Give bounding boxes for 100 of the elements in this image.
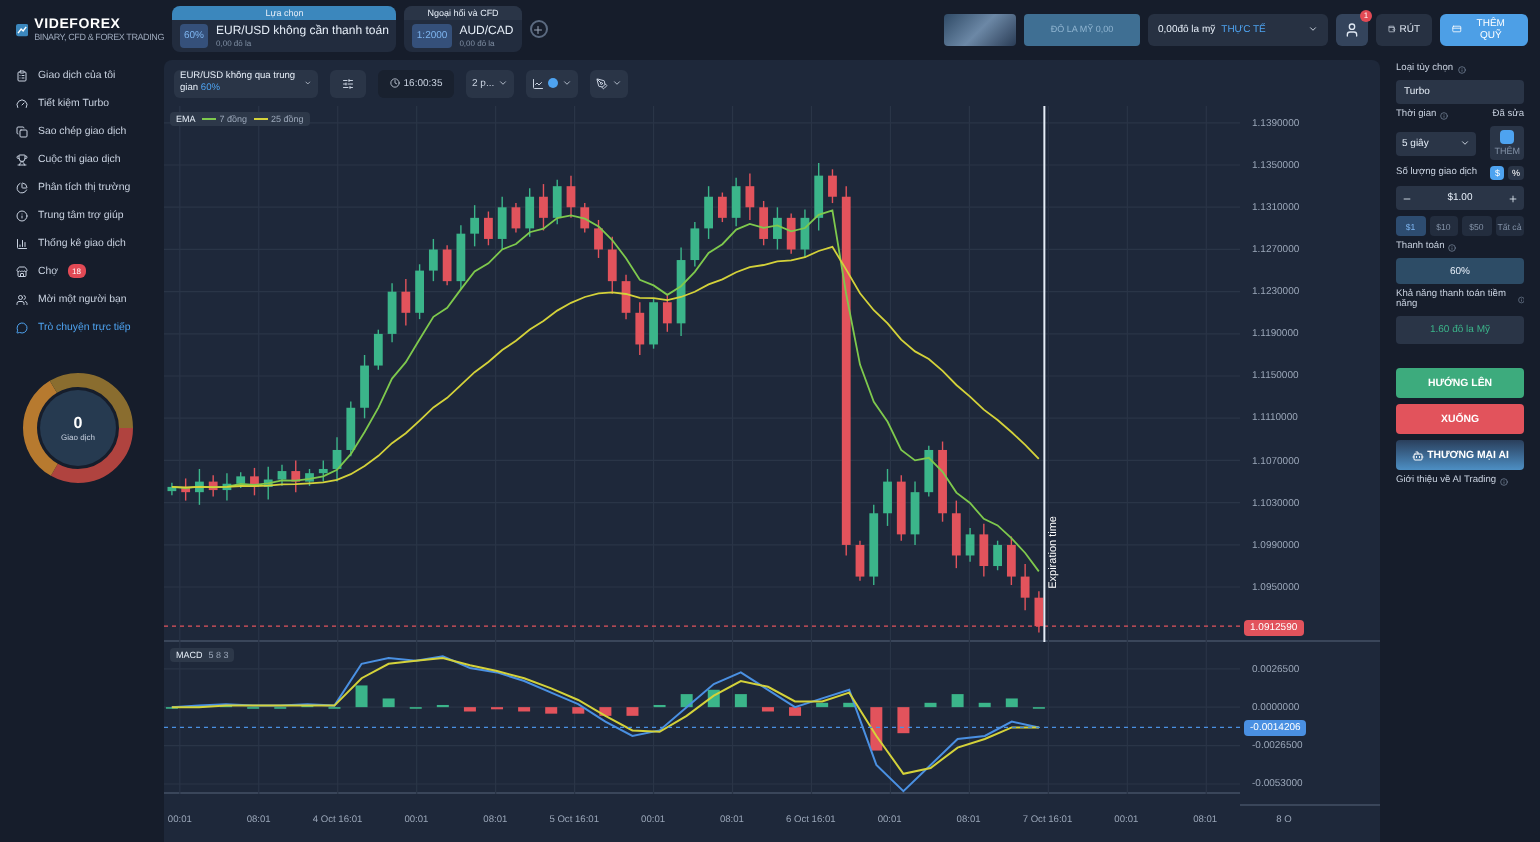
- minus-icon[interactable]: [1402, 193, 1412, 203]
- candle: [497, 196, 507, 252]
- candle: [415, 264, 424, 321]
- candle: [250, 468, 259, 497]
- candle: [896, 475, 906, 543]
- candle: [580, 203, 590, 235]
- candle: [690, 222, 700, 268]
- candle: [167, 482, 177, 497]
- caret-icon: [498, 78, 509, 89]
- info-icon[interactable]: [1440, 111, 1449, 119]
- histogram-bar: [1005, 699, 1018, 709]
- candle: [428, 239, 438, 283]
- histogram-bar: [599, 708, 612, 717]
- candle: [855, 540, 865, 583]
- candle: [373, 329, 383, 372]
- candle: [965, 528, 975, 564]
- info-icon[interactable]: [1448, 243, 1457, 251]
- copy-icon: [16, 125, 28, 137]
- candle: [552, 180, 562, 226]
- caret-icon: [562, 78, 573, 89]
- chat-icon: [16, 321, 28, 333]
- candle: [621, 275, 631, 321]
- drawing-tools-dropdown[interactable]: [590, 69, 629, 98]
- caret-icon: [1460, 138, 1470, 148]
- candle: [993, 540, 1002, 572]
- histogram-bar: [572, 708, 585, 715]
- card-icon: [1452, 24, 1462, 34]
- candle: [1034, 591, 1044, 635]
- candle: [236, 472, 246, 490]
- histogram-bar: [897, 708, 910, 735]
- candle: [360, 355, 369, 420]
- candle: [318, 460, 328, 484]
- candle: [635, 302, 645, 357]
- candle: [525, 188, 535, 239]
- histogram-bar: [463, 708, 476, 713]
- info-icon[interactable]: [1500, 477, 1509, 485]
- candle: [566, 175, 576, 220]
- candle: [676, 247, 686, 338]
- users-icon: [16, 293, 28, 305]
- candle: [717, 192, 727, 224]
- candle: [195, 469, 204, 507]
- histogram-bar: [843, 703, 856, 709]
- candle: [649, 298, 658, 351]
- candle: [305, 469, 314, 488]
- candle: [470, 205, 480, 248]
- promo-image[interactable]: [944, 13, 1016, 45]
- pen-icon: [596, 77, 609, 90]
- candle: [662, 294, 672, 334]
- candle: [484, 211, 493, 247]
- candle: [951, 500, 961, 570]
- histogram-bar: [382, 699, 395, 709]
- histogram-bar: [545, 708, 558, 715]
- chart-type-dropdown[interactable]: [526, 69, 579, 98]
- bar-chart-icon: [16, 237, 28, 249]
- histogram-bar: [924, 703, 937, 709]
- candle: [594, 220, 603, 260]
- candle: [869, 505, 879, 587]
- candle: [456, 225, 466, 292]
- info-icon[interactable]: [1517, 296, 1524, 304]
- candle: [938, 441, 947, 524]
- dot-icon: [548, 78, 559, 89]
- candle: [910, 481, 920, 547]
- candle: [704, 186, 713, 241]
- caret-icon: [612, 78, 623, 89]
- candle: [759, 201, 769, 247]
- candle: [773, 207, 782, 252]
- info-icon[interactable]: [1457, 65, 1466, 73]
- robot-icon: [1411, 449, 1424, 461]
- candle: [786, 213, 796, 256]
- candle: [387, 283, 397, 344]
- candle: [291, 460, 301, 494]
- line-chart-icon: [532, 77, 545, 90]
- plus-icon[interactable]: [1507, 193, 1518, 203]
- clipboard-icon: [16, 69, 28, 81]
- candle: [607, 237, 617, 296]
- candle: [277, 464, 287, 488]
- pie-chart-icon: [16, 181, 28, 193]
- clock-icon: [389, 78, 400, 89]
- candle: [332, 437, 342, 484]
- candle: [511, 203, 521, 235]
- caret-icon: [1308, 24, 1318, 34]
- trade-count: 0: [73, 414, 83, 432]
- histogram-bar: [626, 708, 639, 717]
- candle: [979, 524, 989, 579]
- candle: [208, 475, 218, 498]
- candle: [800, 209, 810, 260]
- histogram-bar: [355, 686, 368, 709]
- trophy-icon: [16, 153, 28, 165]
- candle: [222, 473, 232, 503]
- histogram-bar: [978, 703, 991, 709]
- indicators-button[interactable]: [330, 69, 366, 98]
- candle: [346, 401, 356, 458]
- candle: [1006, 536, 1016, 587]
- candle: [539, 184, 548, 233]
- wallet-icon: [1388, 24, 1396, 34]
- add-tab-button[interactable]: [529, 20, 548, 38]
- candle: [181, 478, 191, 503]
- candle: [924, 445, 934, 498]
- histogram-bar: [816, 703, 829, 709]
- candle: [828, 169, 837, 205]
